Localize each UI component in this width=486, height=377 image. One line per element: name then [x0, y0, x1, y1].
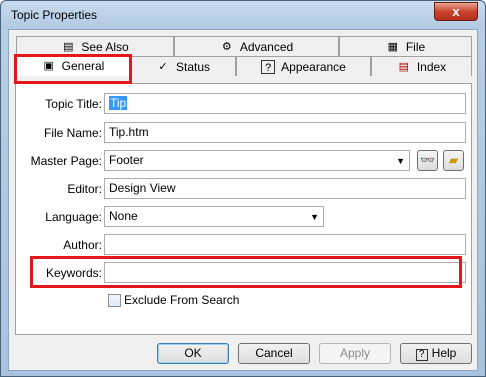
file-icon: ▦ — [387, 40, 399, 53]
file-name-input[interactable]: Tip.htm — [104, 122, 466, 143]
tab-label: File — [405, 39, 426, 54]
help-icon: ? — [261, 59, 276, 74]
author-label: Author: — [63, 238, 102, 252]
master-page-select[interactable]: Footer — [104, 150, 410, 171]
master-page-label: Master Page: — [30, 154, 102, 168]
language-label: Language: — [45, 210, 102, 224]
author-input[interactable] — [104, 234, 466, 255]
tab-appearance[interactable]: ? Appearance — [236, 56, 371, 76]
close-button[interactable]: x — [434, 2, 478, 21]
glasses-icon: 👓 — [420, 153, 435, 167]
topic-title-value: Tip — [109, 96, 128, 110]
tab-label: Advanced — [239, 39, 294, 54]
tab-file[interactable]: ▦ File — [339, 36, 472, 56]
tab-status[interactable]: ✓ Status — [130, 56, 236, 76]
tab-label: Index — [416, 59, 447, 74]
ok-button[interactable]: OK — [157, 343, 229, 364]
language-select[interactable]: None — [104, 206, 324, 227]
editor-input[interactable]: Design View — [104, 178, 466, 199]
tab-label: Status — [175, 59, 211, 74]
keywords-highlight — [30, 256, 462, 288]
tab-label: Appearance — [281, 59, 346, 74]
index-icon: ▤ — [398, 60, 410, 73]
tab-label: See Also — [81, 39, 129, 54]
tab-advanced[interactable]: ⚙ Advanced — [174, 36, 339, 56]
help-button-label: Help — [431, 346, 457, 360]
cancel-button[interactable]: Cancel — [238, 343, 310, 364]
tab-see-also[interactable]: ▤ See Also — [16, 36, 174, 56]
checkmark-icon: ✓ — [158, 60, 168, 73]
editor-label: Editor: — [67, 182, 102, 196]
close-icon: x — [452, 4, 460, 19]
file-name-label: File Name: — [43, 126, 102, 140]
open-folder-button[interactable]: ▰ — [443, 150, 464, 171]
apply-button[interactable]: Apply — [319, 343, 391, 364]
tab-index[interactable]: ▤ Index — [371, 56, 472, 76]
topic-properties-dialog: Topic Properties x ▤ See Also ⚙ Advanced… — [0, 0, 486, 377]
folder-icon: ▰ — [448, 153, 459, 167]
title-bar: Topic Properties x — [1, 1, 485, 29]
general-tab-highlight — [14, 54, 132, 84]
exclude-from-search-label: Exclude From Search — [124, 293, 240, 307]
help-button[interactable]: ? Help — [400, 343, 472, 364]
topic-title-label: Topic Title: — [45, 97, 102, 111]
see-also-icon: ▤ — [63, 40, 74, 53]
window-title: Topic Properties — [11, 8, 98, 22]
general-panel: Topic Title: Tip File Name: Tip.htm Mast… — [15, 83, 472, 335]
exclude-from-search-checkbox[interactable] — [108, 294, 121, 307]
help-icon: ? — [415, 349, 428, 361]
topic-title-input[interactable]: Tip — [104, 93, 466, 114]
preview-glasses-button[interactable]: 👓 — [417, 150, 438, 171]
gear-icon: ⚙ — [221, 40, 232, 53]
